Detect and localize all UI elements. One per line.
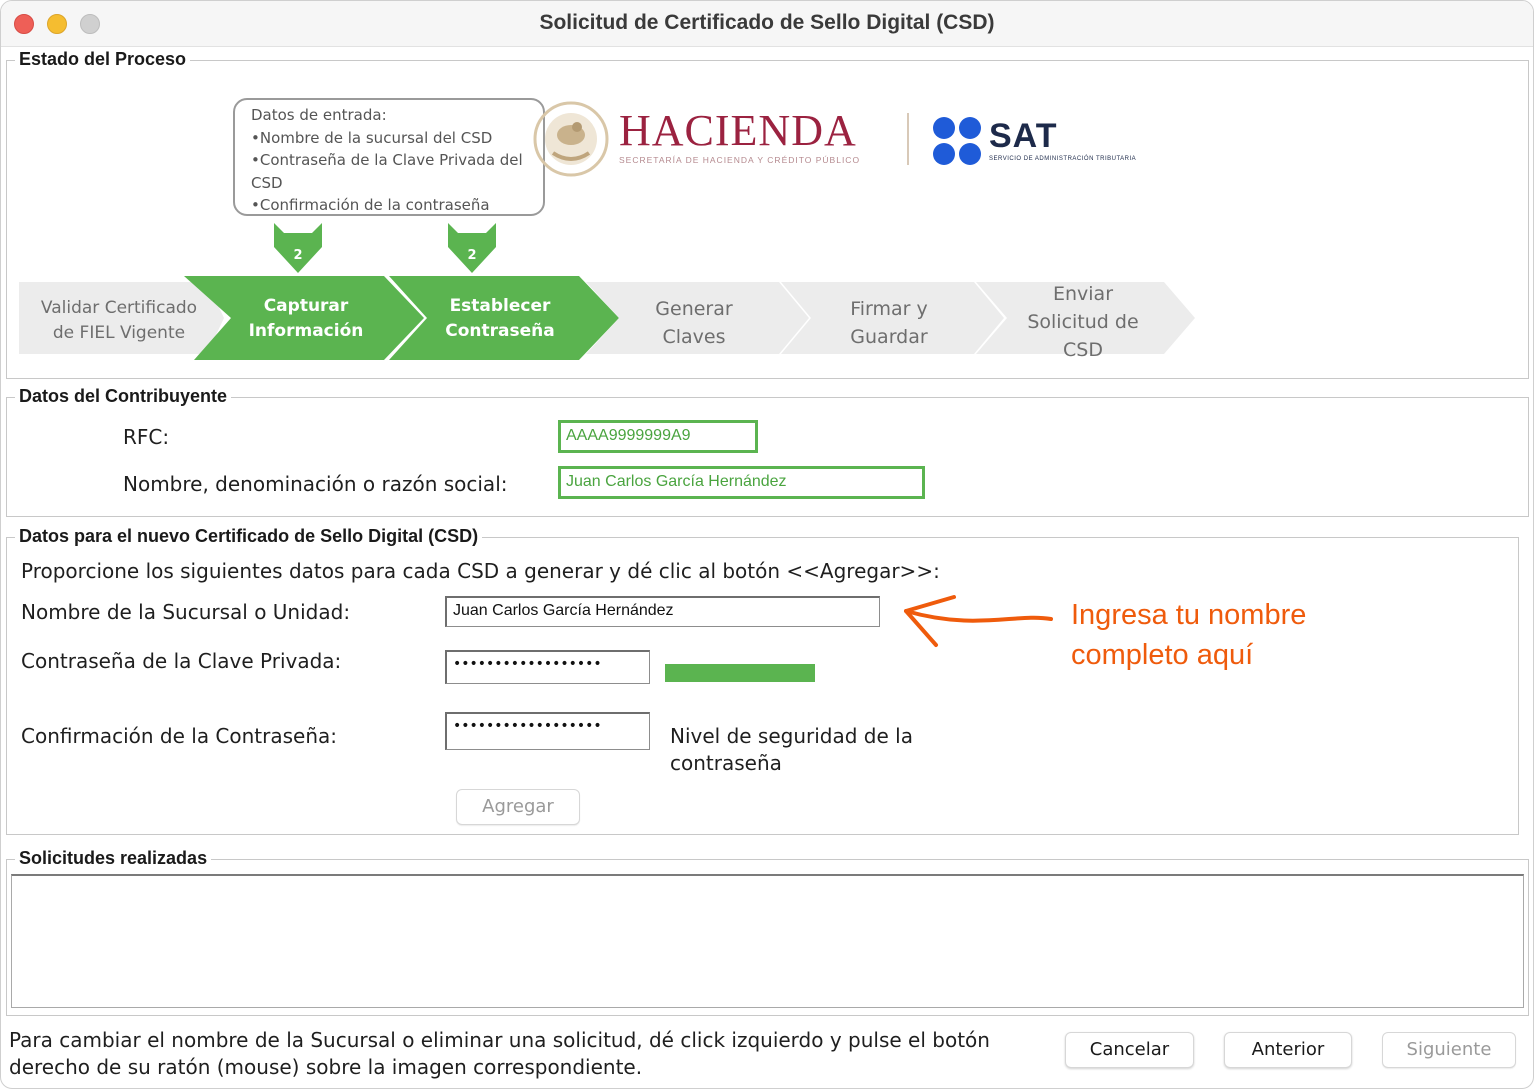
coat-of-arms-icon (533, 101, 609, 177)
sat-dots-icon (933, 117, 981, 165)
step-label-line: Validar Certificado (40, 298, 198, 318)
csd-instruction: Proporcione los siguientes datos para ca… (21, 559, 940, 583)
password-strength-label-line: Nivel de seguridad de la (670, 724, 913, 748)
process-steps: Validar Certificado de FIEL Vigente Capt… (19, 274, 1199, 362)
hacienda-wordmark: HACIENDA (619, 106, 857, 155)
step-generar-claves: Generar Claves (614, 295, 774, 351)
new-csd-panel-title: Datos para el nuevo Certificado de Sello… (15, 526, 483, 547)
footer-help-line: Para cambiar el nombre de la Sucursal o … (9, 1028, 990, 1052)
step-firmar-guardar: Firmar y Guardar (809, 295, 969, 351)
taxpayer-panel: Datos del Contribuyente (6, 386, 1529, 517)
requests-list[interactable] (11, 874, 1524, 1008)
annotation-line: completo aquí (1071, 639, 1254, 671)
annotation-arrow-icon (904, 595, 1053, 647)
sat-wordmark: SAT (989, 117, 1058, 155)
step-label-line: CSD (1063, 339, 1103, 361)
callout-item: Contraseña de la Clave Privada del CSD (251, 149, 527, 194)
step-label-line: Generar (655, 298, 733, 320)
step-validar-fiel: Validar Certificado de FIEL Vigente (29, 296, 209, 346)
confirm-password-label: Confirmación de la Contraseña: (21, 724, 338, 748)
callout-item: Confirmación de la contraseña (251, 194, 527, 217)
annotation-line: Ingresa tu nombre (1071, 599, 1307, 631)
footer-help-text: Para cambiar el nombre de la Sucursal o … (9, 1027, 1054, 1081)
title-bar: Solicitud de Certificado de Sello Digita… (1, 1, 1533, 47)
step-label-line: Firmar y (850, 298, 928, 320)
step-establecer-contrasena: Establecer Contraseña (420, 294, 580, 344)
taxpayer-name-label: Nombre, denominación o razón social: (123, 472, 508, 496)
step-capturar-informacion: Capturar Información (226, 294, 386, 344)
taxpayer-panel-title: Datos del Contribuyente (15, 386, 232, 407)
private-key-password-input[interactable]: •••••••••••••••••• (445, 650, 650, 684)
step-label-line: de FIEL Vigente (52, 323, 186, 343)
input-data-callout: Datos de entrada: Nombre de la sucursal … (233, 98, 545, 216)
step-marker-arrow: 2 (448, 223, 496, 273)
annotation-note: Ingresa tu nombre completo aquí (1071, 595, 1391, 675)
step-enviar-solicitud: Enviar Solicitud de CSD (1003, 280, 1163, 364)
cancel-button[interactable]: Cancelar (1065, 1032, 1194, 1068)
step-marker-number: 2 (467, 248, 477, 263)
callout-item: Nombre de la sucursal del CSD (251, 127, 527, 150)
step-label-line: Solicitud de (1027, 311, 1139, 333)
sat-logo: SAT SERVICIO DE ADMINISTRACIÓN TRIBUTARI… (931, 113, 1171, 169)
next-button[interactable]: Siguiente (1382, 1032, 1516, 1068)
step-label-line: Enviar (1052, 283, 1114, 305)
password-strength-label-line: contraseña (670, 751, 782, 775)
taxpayer-name-field: Juan Carlos García Hernández (558, 466, 925, 499)
add-button[interactable]: Agregar (456, 789, 580, 825)
step-label-line: Información (248, 321, 364, 341)
window-title: Solicitud de Certificado de Sello Digita… (539, 11, 995, 34)
branch-name-label: Nombre de la Sucursal o Unidad: (21, 600, 351, 624)
step-marker-number: 2 (293, 248, 303, 263)
step-label-line: Claves (662, 326, 726, 348)
step-label-line: Guardar (850, 326, 928, 348)
step-marker-arrow: 2 (274, 223, 322, 273)
confirm-password-input[interactable]: •••••••••••••••••• (445, 712, 650, 750)
hacienda-subtitle: SECRETARÍA DE HACIENDA Y CRÉDITO PÚBLICO (619, 155, 861, 165)
logo-divider (907, 113, 909, 165)
hacienda-logo: HACIENDA SECRETARÍA DE HACIENDA Y CRÉDIT… (531, 99, 891, 179)
requests-panel-title: Solicitudes realizadas (15, 848, 212, 869)
branch-name-input[interactable]: Juan Carlos García Hernández (445, 596, 880, 627)
step-label-line: Establecer (449, 296, 551, 316)
step-label-line: Contraseña (445, 321, 555, 341)
sat-subtitle: SERVICIO DE ADMINISTRACIÓN TRIBUTARIA (989, 156, 1137, 162)
password-strength-bar (665, 664, 815, 682)
process-status-title: Estado del Proceso (15, 49, 191, 70)
rfc-field: AAAA9999999A9 (558, 420, 758, 453)
private-key-password-label: Contraseña de la Clave Privada: (21, 649, 342, 673)
step-label-line: Capturar (263, 296, 349, 316)
footer-help-line: derecho de su ratón (mouse) sobre la ima… (9, 1055, 643, 1079)
csd-request-window: Solicitud de Certificado de Sello Digita… (0, 0, 1534, 1089)
callout-heading: Datos de entrada: (251, 106, 387, 124)
rfc-label: RFC: (123, 425, 170, 449)
password-strength-fill (665, 664, 815, 682)
previous-button[interactable]: Anterior (1224, 1032, 1352, 1068)
password-strength-label: Nivel de seguridad de la contraseña (670, 723, 913, 777)
